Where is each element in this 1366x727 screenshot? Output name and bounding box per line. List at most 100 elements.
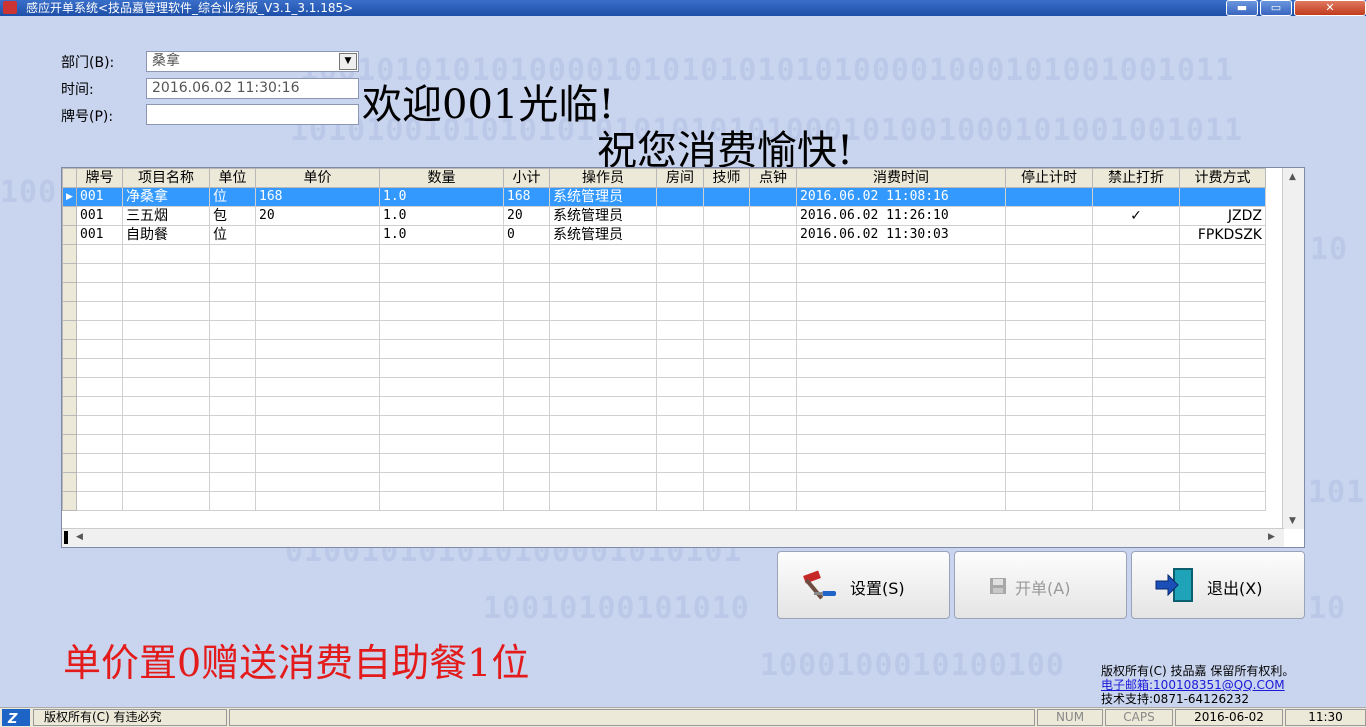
department-select[interactable]: 桑拿 ▼ (146, 51, 359, 72)
table-cell[interactable] (379, 472, 504, 492)
table-cell[interactable] (379, 358, 504, 378)
exit-button[interactable]: 退出(X) (1131, 551, 1305, 619)
table-cell[interactable] (1005, 244, 1093, 264)
table-row[interactable] (62, 434, 1266, 454)
table-row[interactable] (62, 301, 1266, 321)
table-cell[interactable] (122, 434, 210, 454)
minimize-button[interactable]: ▬ (1226, 0, 1258, 16)
row-indicator[interactable] (62, 206, 77, 226)
table-cell[interactable]: 三五烟 (122, 206, 210, 226)
table-cell[interactable] (255, 282, 380, 302)
table-cell[interactable] (749, 339, 797, 359)
table-cell[interactable] (703, 396, 750, 416)
tag-input[interactable] (146, 104, 359, 125)
table-cell[interactable] (255, 491, 380, 511)
table-cell[interactable] (749, 472, 797, 492)
table-cell[interactable] (703, 320, 750, 340)
table-cell[interactable] (1005, 301, 1093, 321)
table-cell[interactable] (703, 453, 750, 473)
table-cell[interactable] (749, 187, 797, 207)
table-cell[interactable] (796, 491, 1006, 511)
table-cell[interactable] (209, 491, 256, 511)
table-cell[interactable] (1092, 187, 1180, 207)
table-cell[interactable] (656, 320, 704, 340)
column-header[interactable]: 项目名称 (122, 168, 210, 188)
table-cell[interactable] (122, 282, 210, 302)
table-cell[interactable] (209, 358, 256, 378)
table-cell[interactable] (503, 491, 550, 511)
table-cell[interactable] (656, 282, 704, 302)
scroll-down-icon[interactable]: ▼ (1289, 516, 1296, 526)
scroll-right-icon[interactable]: ▶ (1268, 532, 1275, 542)
table-cell[interactable] (255, 263, 380, 283)
table-cell[interactable]: 2016.06.02 11:08:16 (796, 187, 1006, 207)
table-cell[interactable]: 001 (76, 225, 123, 245)
table-row[interactable] (62, 491, 1266, 511)
table-cell[interactable] (76, 339, 123, 359)
row-indicator[interactable] (62, 225, 77, 245)
table-cell[interactable] (703, 187, 750, 207)
table-cell[interactable]: 包 (209, 206, 256, 226)
row-indicator[interactable] (62, 244, 77, 264)
table-cell[interactable] (656, 301, 704, 321)
column-header[interactable]: 消费时间 (796, 168, 1006, 188)
table-cell[interactable] (703, 282, 750, 302)
table-cell[interactable]: JZDZ (1179, 206, 1266, 226)
table-cell[interactable] (122, 396, 210, 416)
table-cell[interactable]: 20 (255, 206, 380, 226)
row-indicator[interactable] (62, 377, 77, 397)
table-cell[interactable] (796, 339, 1006, 359)
table-cell[interactable]: 168 (255, 187, 380, 207)
table-cell[interactable]: 20 (503, 206, 550, 226)
table-cell[interactable] (749, 225, 797, 245)
table-cell[interactable] (255, 358, 380, 378)
table-cell[interactable] (1005, 472, 1093, 492)
chevron-down-icon[interactable]: ▼ (339, 53, 357, 70)
table-cell[interactable] (503, 282, 550, 302)
table-cell[interactable] (76, 282, 123, 302)
table-cell[interactable] (1005, 320, 1093, 340)
table-cell[interactable] (1092, 301, 1180, 321)
table-cell[interactable] (76, 491, 123, 511)
table-cell[interactable] (255, 472, 380, 492)
table-cell[interactable] (379, 339, 504, 359)
maximize-button[interactable]: ▭ (1260, 0, 1292, 16)
table-cell[interactable] (796, 282, 1006, 302)
table-cell[interactable] (656, 453, 704, 473)
column-header[interactable]: 操作员 (549, 168, 657, 188)
table-cell[interactable] (122, 244, 210, 264)
column-header[interactable]: 小计 (503, 168, 550, 188)
table-cell[interactable] (1179, 320, 1266, 340)
table-cell[interactable] (749, 491, 797, 511)
table-cell[interactable] (749, 244, 797, 264)
table-cell[interactable] (703, 415, 750, 435)
table-cell[interactable]: FPKDSZK (1179, 225, 1266, 245)
table-cell[interactable] (503, 358, 550, 378)
table-cell[interactable] (209, 301, 256, 321)
table-cell[interactable] (1005, 282, 1093, 302)
table-row[interactable] (62, 396, 1266, 416)
table-cell[interactable] (796, 263, 1006, 283)
table-cell[interactable] (549, 339, 657, 359)
table-cell[interactable] (379, 396, 504, 416)
table-cell[interactable] (1092, 472, 1180, 492)
table-row[interactable] (62, 282, 1266, 302)
table-cell[interactable] (1179, 187, 1266, 207)
table-cell[interactable] (122, 263, 210, 283)
column-header[interactable]: 点钟 (749, 168, 797, 188)
table-cell[interactable] (1179, 453, 1266, 473)
table-cell[interactable]: 自助餐 (122, 225, 210, 245)
table-cell[interactable] (1179, 244, 1266, 264)
table-cell[interactable] (749, 434, 797, 454)
settings-button[interactable]: 设置(S) (777, 551, 950, 619)
table-cell[interactable] (549, 377, 657, 397)
table-cell[interactable] (76, 415, 123, 435)
table-cell[interactable] (1179, 282, 1266, 302)
table-cell[interactable] (122, 472, 210, 492)
table-cell[interactable] (255, 396, 380, 416)
table-cell[interactable] (1092, 263, 1180, 283)
table-cell[interactable] (1092, 377, 1180, 397)
table-cell[interactable] (703, 244, 750, 264)
table-row[interactable]: 001 自助餐位 1.0 0 系统管理员 2016.06.02 11:30:03 FPKDS… (62, 225, 1266, 245)
row-indicator[interactable] (62, 282, 77, 302)
